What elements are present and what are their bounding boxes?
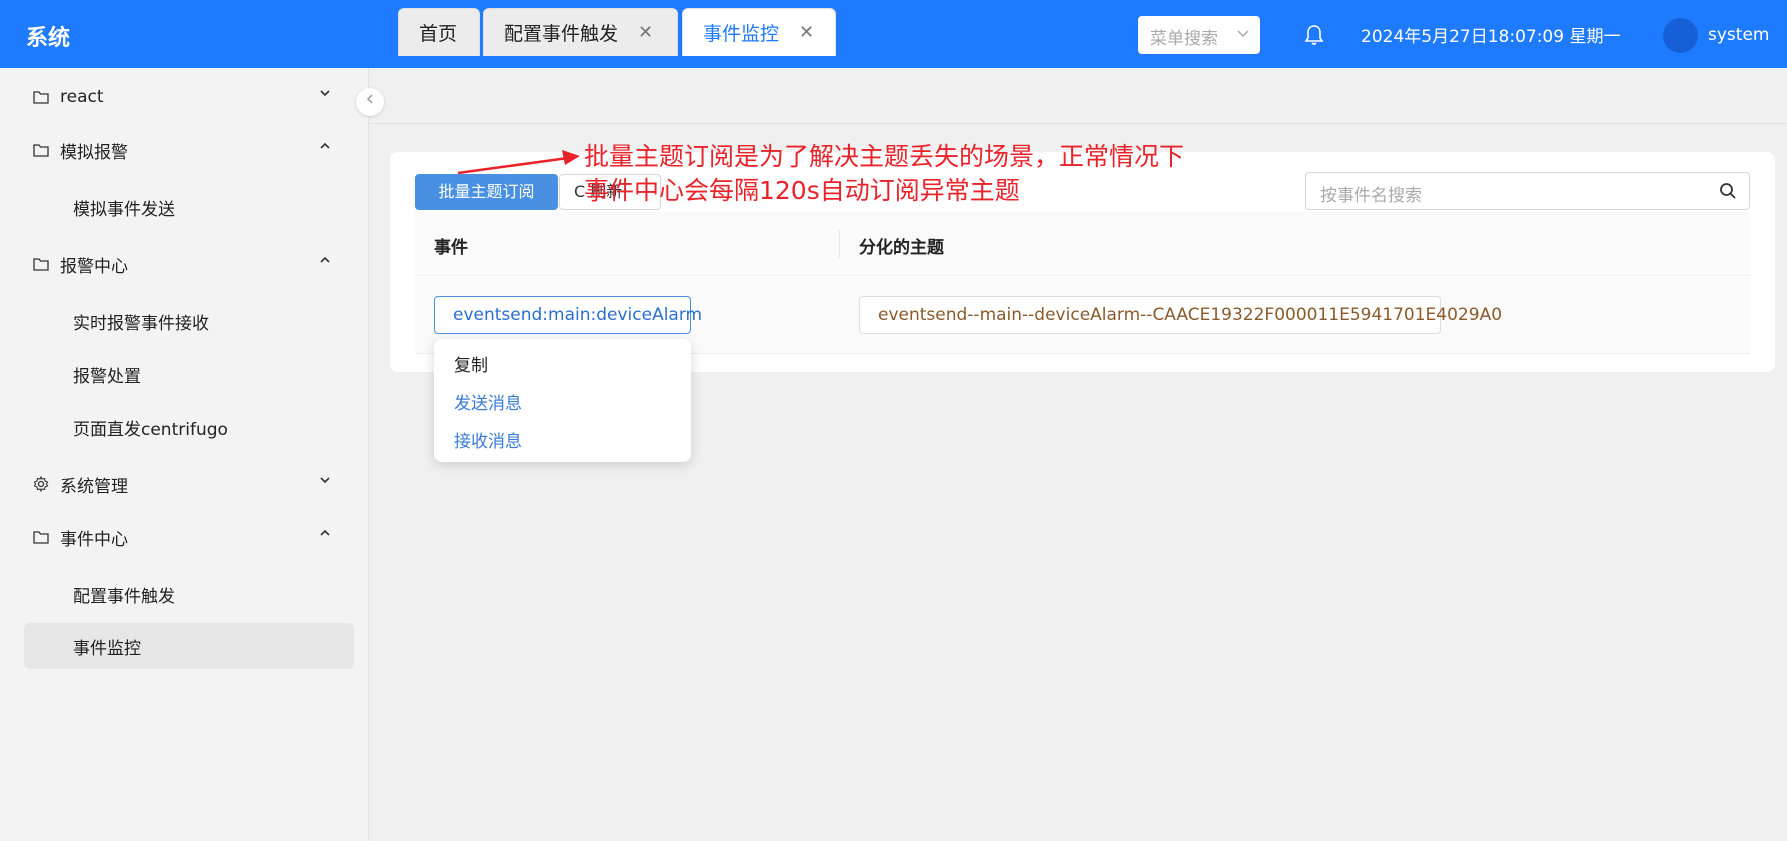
chevron-down-icon [318,473,332,491]
sidebar-item-alarm-center[interactable]: 报警中心 [24,241,354,287]
search-placeholder: 按事件名搜索 [1320,186,1422,206]
context-menu: 复制 发送消息 接收消息 [434,339,691,462]
search-icon[interactable] [1719,182,1737,200]
menu-search-select[interactable]: 菜单搜索 [1138,16,1260,54]
sidebar-item-label: 事件中心 [60,529,128,550]
sidebar-item-realtime-alarm[interactable]: 实时报警事件接收 [24,298,354,344]
sidebar-item-mock-alarm[interactable]: 模拟报警 [24,127,354,173]
sidebar-item-alarm-handle[interactable]: 报警处置 [24,351,354,397]
folder-icon [32,141,50,159]
sidebar-item-label: 报警中心 [60,256,128,277]
tab-event-monitor[interactable]: 事件监控 ✕ [682,8,836,56]
chevron-up-icon [318,253,332,271]
gear-icon [32,475,50,493]
chevron-up-icon [318,526,332,544]
tab-label: 事件监控 [703,23,780,45]
menu-search-placeholder: 菜单搜索 [1150,29,1218,49]
folder-icon [32,255,50,273]
sidebar-item-event-monitor[interactable]: 事件监控 [24,623,354,669]
annotation-text: 批量主题订阅是为了解决主题丢失的场景，正常情况下 事件中心会每隔120s自动订阅… [584,140,1184,208]
close-icon[interactable]: ✕ [799,22,814,43]
app-logo: 系统 [26,26,71,51]
chevron-down-icon [318,86,332,104]
tab-bar [370,68,1787,124]
close-icon[interactable]: ✕ [638,22,653,43]
sidebar-item-label: 模拟报警 [60,142,128,163]
event-search-input[interactable]: 按事件名搜索 [1305,172,1750,210]
tab-label: 配置事件触发 [504,23,619,45]
top-header: 系统 菜单搜索 2024年5月27日18:07:09 星期一 system [0,0,1787,68]
sidebar-item-system-manage[interactable]: 系统管理 [24,461,354,507]
sidebar-item-centrifugo[interactable]: 页面直发centrifugo [24,404,354,450]
menu-item-copy[interactable]: 复制 [454,351,488,376]
sidebar-item-event-center[interactable]: 事件中心 [24,514,354,560]
column-header-topic: 分化的主题 [859,238,944,258]
folder-icon [32,528,50,546]
tab-config-event[interactable]: 配置事件触发 ✕ [483,8,678,56]
datetime-display: 2024年5月27日18:07:09 星期一 [1361,27,1621,47]
table-header: 事件 分化的主题 [415,212,1750,276]
avatar[interactable] [1663,18,1698,53]
annotation-line-2: 事件中心会每隔120s自动订阅异常主题 [584,176,1020,205]
tab-label: 首页 [419,23,458,45]
menu-item-send-message[interactable]: 发送消息 [454,389,522,414]
sidebar-item-config-event[interactable]: 配置事件触发 [24,571,354,617]
username[interactable]: system [1708,25,1769,45]
sidebar-item-mock-event-send[interactable]: 模拟事件发送 [24,184,354,230]
batch-subscribe-button[interactable]: 批量主题订阅 [415,174,558,210]
menu-item-receive-message[interactable]: 接收消息 [454,427,522,452]
topic-tag[interactable]: eventsend--main--deviceAlarm--CAACE19322… [859,296,1502,334]
bell-icon[interactable] [1303,23,1325,47]
sidebar-item-label: 系统管理 [60,476,128,497]
column-divider [839,230,840,258]
sidebar-item-react[interactable]: react [24,74,354,120]
annotation-line-1: 批量主题订阅是为了解决主题丢失的场景，正常情况下 [584,142,1185,171]
folder-icon [32,88,50,106]
chevron-down-icon [1236,25,1250,45]
column-header-event: 事件 [434,238,468,258]
tab-home[interactable]: 首页 [398,8,480,56]
sidebar-item-label: react [60,87,104,107]
event-tag[interactable]: eventsend:main:deviceAlarm [434,296,702,334]
chevron-up-icon [318,139,332,157]
